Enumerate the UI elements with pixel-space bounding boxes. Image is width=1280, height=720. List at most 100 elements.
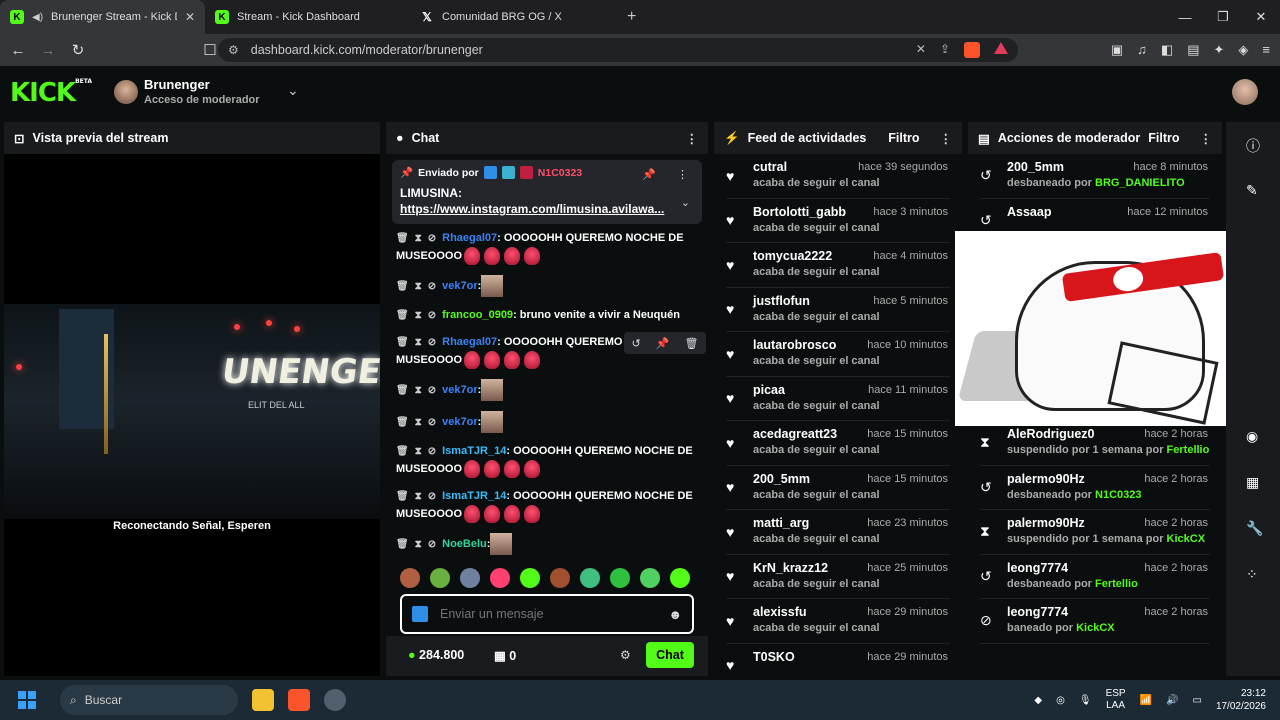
wrench-icon[interactable]: 🔧 [1246,520,1263,537]
emote-icon[interactable] [430,568,450,588]
timeout-icon[interactable]: ⧗ [415,491,422,502]
follower-name[interactable]: alexissfu [753,605,807,619]
url-field[interactable]: ⚙ dashboard.kick.com/moderator/brunenger… [218,38,1018,62]
follower-name[interactable]: picaa [753,383,785,397]
follower-name[interactable]: lautarobrosco [753,338,836,352]
emote-icon[interactable] [490,568,510,588]
wifi-icon[interactable]: 📶 [1140,695,1152,706]
chat-username[interactable]: vek7or [442,416,477,428]
target-user[interactable]: palermo90Hz [1007,472,1085,486]
chat-message[interactable]: 🗑 ⧗ ⊘ vek7or: [396,411,696,433]
battery-icon[interactable]: ▭ [1192,695,1201,706]
activity-item[interactable]: ♥ Bortolotti_gabb acaba de seguir el canal… [726,199,950,243]
pin-icon[interactable]: 📌 [656,337,670,350]
chat-username[interactable]: NoeBelu [442,538,487,550]
speaker-icon[interactable]: ◀) [32,12,43,23]
reload-icon[interactable]: ↻ [66,38,90,62]
more-options-icon[interactable]: ⋮ [940,131,953,146]
delete-icon[interactable]: 🗑 [685,337,699,350]
layout-icon[interactable]: ▦ [1246,474,1259,491]
ban-icon[interactable]: ⊘ [428,446,436,457]
brave-browser-icon[interactable] [288,689,310,711]
app-tray-icon[interactable]: ◎ [1056,695,1065,706]
moderator-name[interactable]: KickCX [1167,533,1206,545]
app-icon[interactable] [324,689,346,711]
music-icon[interactable]: ♫ [1137,42,1147,58]
file-explorer-icon[interactable] [252,689,274,711]
brave-rewards-icon[interactable] [994,42,1008,54]
more-options-icon[interactable]: ⋮ [686,131,699,146]
timeout-icon[interactable]: ⧗ [415,310,422,321]
timeout-icon[interactable]: ⧗ [415,337,422,348]
send-chat-button[interactable]: Chat [646,642,694,668]
delete-icon[interactable]: 🗑 [396,337,409,348]
share-icon[interactable]: ⇪ [940,42,950,58]
ban-icon[interactable]: ⊘ [428,281,436,292]
activity-item[interactable]: ♥ acedagreatt23 acaba de seguir el canal ha… [726,421,950,466]
activity-item[interactable]: ♥ picaa acaba de seguir el canal hace 11 mi… [726,377,950,421]
activity-item[interactable]: ♥ matti_arg acaba de seguir el canal hace 2… [726,510,950,555]
close-window-icon[interactable]: ✕ [1242,0,1280,34]
wallet-icon[interactable]: ▤ [1187,42,1199,58]
target-user[interactable]: leong7774 [1007,605,1068,619]
target-user[interactable]: leong7774 [1007,561,1068,575]
activity-item[interactable]: ♥ tomycua2222 acaba de seguir el canal hace… [726,243,950,288]
back-icon[interactable]: ← [6,38,30,62]
filter-button[interactable]: Filtro [888,131,919,145]
follower-name[interactable]: matti_arg [753,516,809,530]
activity-item[interactable]: ♥ alexissfu acaba de seguir el canal hace 2… [726,599,950,644]
emote-icon[interactable] [460,568,480,588]
chevron-down-icon[interactable]: ⌄ [681,196,690,209]
chat-username[interactable]: IsmaTJR_14 [442,445,506,457]
activity-item[interactable]: ♥ KrN_krazz12 acaba de seguir el canal hace… [726,555,950,599]
moderator-name[interactable]: KickCX [1076,622,1115,634]
mute-icon[interactable]: ✕ [916,42,926,58]
sidebar-icon[interactable]: ◧ [1161,42,1173,58]
delete-icon[interactable]: 🗑 [396,233,409,244]
broadcast-icon[interactable]: ◉ [1246,428,1258,445]
moderator-name[interactable]: Fertellio [1167,444,1210,456]
minimize-icon[interactable]: — [1166,0,1204,34]
follower-name[interactable]: cutral [753,160,787,174]
undo-icon[interactable]: ↺ [632,337,641,350]
activity-item[interactable]: ♥ T0SKO hace 29 minutos [726,644,950,677]
ban-icon[interactable]: ⊘ [428,491,436,502]
emote-icon[interactable] [670,568,690,588]
emote-icon[interactable] [610,568,630,588]
mod-action-item[interactable]: ↺ leong7774 desbaneado por Fertellio hace 2… [980,555,1210,599]
activity-item[interactable]: ♥ 200_5mm acaba de seguir el canal hace 15 … [726,466,950,510]
timeout-icon[interactable]: ⧗ [415,281,422,292]
delete-icon[interactable]: 🗑 [396,539,409,550]
ban-icon[interactable]: ⊘ [428,337,436,348]
delete-icon[interactable]: 🗑 [396,491,409,502]
shield-icon[interactable]: ◆ [1034,695,1042,706]
moderator-name[interactable]: Fertellio [1095,578,1138,590]
delete-icon[interactable]: 🗑 [396,417,409,428]
brave-shields-icon[interactable] [964,42,980,58]
chat-username[interactable]: vek7or [442,384,477,396]
vpn-icon[interactable]: ◈ [1238,42,1248,58]
pinned-link[interactable]: https://www.instagram.com/limusina.avila… [400,201,694,217]
chat-username[interactable]: vek7or [442,280,477,292]
emote-icon[interactable] [400,568,420,588]
emote-icon[interactable] [550,568,570,588]
ban-icon[interactable]: ⊘ [428,310,436,321]
more-options-icon[interactable]: ⋮ [1200,131,1213,146]
mod-action-item[interactable]: ⧗ palermo90Hz suspendido por 1 semana por … [980,510,1210,555]
activity-item[interactable]: ♥ lautarobrosco acaba de seguir el canal ha… [726,332,950,377]
tab-comunidad-x[interactable]: 𝕏 Comunidad BRG OG / X [410,0,615,34]
forward-icon[interactable]: → [36,38,60,62]
chat-message[interactable]: 🗑 ⧗ ⊘ francoo_0909: bruno venite a vivir a … [396,307,696,324]
timeout-icon[interactable]: ⧗ [415,385,422,396]
media-icon[interactable]: ▣ [1111,42,1123,58]
volume-icon[interactable]: 🔊 [1166,695,1178,706]
delete-icon[interactable]: 🗑 [396,281,409,292]
follower-name[interactable]: tomycua2222 [753,249,832,263]
subs-count[interactable]: ▦ 0 [494,648,516,663]
chat-message[interactable]: 🗑 ⧗ ⊘ IsmaTJR_14: OOOOOHH QUEREMO NOCHE DE … [396,488,696,523]
chat-message[interactable]: 🗑 ⧗ ⊘ vek7or: [396,275,696,297]
leo-icon[interactable]: ✦ [1214,42,1225,58]
chevron-down-icon[interactable]: ⌄ [287,82,299,99]
ban-icon[interactable]: ⊘ [428,233,436,244]
target-user[interactable]: AleRodriguez0 [1007,427,1095,441]
